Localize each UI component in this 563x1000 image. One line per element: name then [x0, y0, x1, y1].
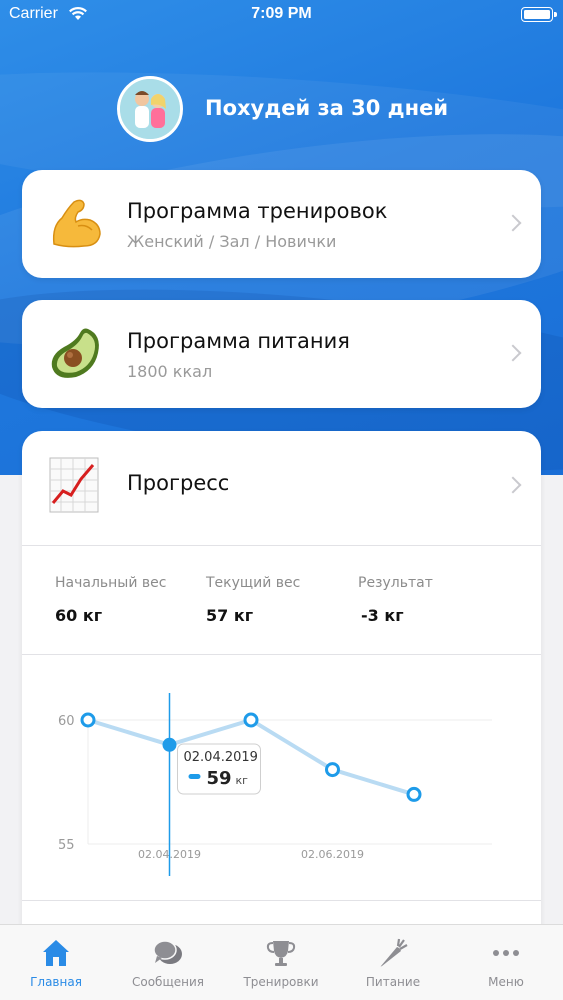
- chevron-right-icon: [504, 344, 522, 362]
- data-point: [406, 786, 422, 802]
- data-point: [243, 712, 259, 728]
- y-tick-label: 55: [58, 838, 75, 853]
- status-time: 7:09 PM: [251, 5, 312, 22]
- tab-nutrition[interactable]: Питание: [337, 925, 449, 1000]
- chart-increasing-icon: [49, 457, 99, 513]
- data-point: [80, 712, 96, 728]
- more-dots-icon: [493, 950, 519, 956]
- divider: [22, 654, 541, 655]
- divider: [22, 900, 541, 901]
- tab-label: Питание: [365, 975, 421, 989]
- tooltip-value: 59: [207, 768, 232, 789]
- app-header: Похудей за 30 дней: [0, 76, 563, 144]
- progress-header[interactable]: Прогресс: [22, 431, 541, 545]
- result-label: Результат: [358, 575, 433, 591]
- card-title: Программа тренировок: [127, 199, 388, 223]
- chevron-right-icon: [504, 476, 522, 494]
- training-program-card[interactable]: Программа тренировок Женский / Зал / Нов…: [22, 170, 541, 278]
- tab-label: Меню: [488, 975, 524, 989]
- avocado-icon: [51, 328, 99, 378]
- weight-chart[interactable]: 605502.04.2019 02.06.201902.04.201959 кг: [22, 661, 541, 906]
- data-point: [325, 762, 340, 778]
- couple-illustration-icon: [120, 79, 180, 139]
- progress-title: Прогресс: [127, 471, 230, 495]
- tab-label: Сообщения: [131, 975, 204, 989]
- progress-card: Прогресс Начальный вес 60 кг Текущий вес…: [22, 431, 541, 1000]
- tab-label: Главная: [30, 975, 82, 989]
- trophy-icon: [266, 941, 296, 966]
- tab-menu[interactable]: Меню: [450, 925, 562, 1000]
- x-tick-label: 02.06.2019: [301, 848, 364, 861]
- tab-label: Тренировки: [243, 975, 319, 989]
- tab-messages[interactable]: Сообщения: [112, 925, 224, 1000]
- start-weight-label: Начальный вес: [55, 575, 167, 591]
- carrot-icon: [380, 938, 408, 967]
- card-subtitle: 1800 ккал: [127, 362, 213, 381]
- tab-bar: Главная Сообщения Тренировки Питание Мен…: [0, 924, 563, 1000]
- status-bar: Carrier 7:09 PM: [0, 0, 563, 30]
- start-weight-value: 60 кг: [55, 606, 103, 625]
- battery-icon: [521, 7, 557, 22]
- result-value: -3 кг: [361, 606, 404, 625]
- app-title: Похудей за 30 дней: [205, 96, 449, 120]
- home-icon: [43, 940, 69, 966]
- chat-bubbles-icon: [153, 940, 182, 964]
- tooltip-swatch: [188, 774, 201, 779]
- y-tick-label: 60: [58, 714, 75, 729]
- data-point-selected: [162, 737, 177, 752]
- tooltip-date: 02.04.2019: [184, 750, 258, 765]
- current-weight-value: 57 кг: [206, 606, 254, 625]
- current-weight-label: Текущий вес: [206, 575, 301, 591]
- chevron-right-icon: [504, 214, 522, 232]
- nutrition-program-card[interactable]: Программа питания 1800 ккал: [22, 300, 541, 408]
- tab-home[interactable]: Главная: [0, 925, 112, 1000]
- card-subtitle: Женский / Зал / Новички: [127, 232, 337, 251]
- card-title: Программа питания: [127, 329, 350, 353]
- tab-workouts[interactable]: Тренировки: [225, 925, 337, 1000]
- flexed-biceps-icon: [52, 199, 101, 248]
- divider: [22, 545, 541, 546]
- app-logo-avatar: [117, 76, 183, 142]
- tooltip-unit: кг: [236, 774, 249, 787]
